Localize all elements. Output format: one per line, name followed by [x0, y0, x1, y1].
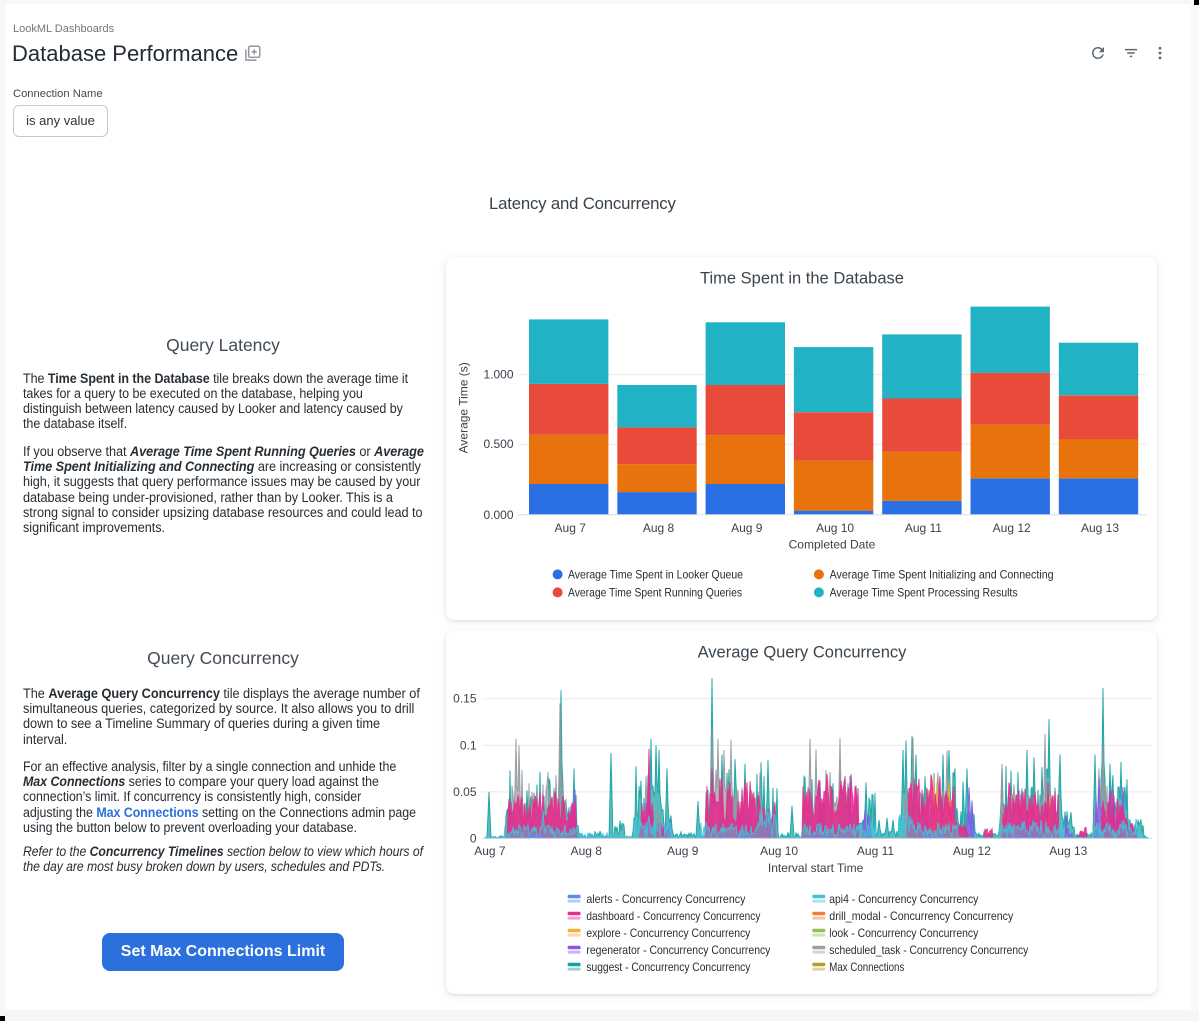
svg-text:Aug 7: Aug 7: [555, 521, 587, 535]
svg-text:Aug 12: Aug 12: [993, 521, 1031, 535]
svg-text:Aug 12: Aug 12: [953, 844, 991, 858]
svg-text:Average Time (s): Average Time (s): [457, 362, 471, 453]
svg-text:0.000: 0.000: [483, 508, 513, 522]
svg-text:regenerator - Concurrency Conc: regenerator - Concurrency Concurrency: [586, 943, 770, 957]
svg-text:api4 - Concurrency Concurrency: api4 - Concurrency Concurrency: [829, 892, 978, 906]
svg-text:Aug 11: Aug 11: [857, 844, 894, 858]
svg-text:Completed Date: Completed Date: [789, 538, 876, 552]
svg-text:0.15: 0.15: [453, 692, 477, 706]
svg-text:Average Time Spent Initializin: Average Time Spent Initializing and Conn…: [830, 568, 1054, 582]
svg-text:scheduled_task - Concurrency C: scheduled_task - Concurrency Concurrency: [829, 943, 1028, 957]
svg-text:0.05: 0.05: [453, 785, 477, 799]
svg-text:Aug 7: Aug 7: [474, 844, 506, 858]
svg-text:dashboard - Concurrency Concur: dashboard - Concurrency Concurrency: [586, 909, 760, 923]
svg-text:Aug 11: Aug 11: [905, 521, 942, 535]
svg-text:Average Time Spent in Looker Q: Average Time Spent in Looker Queue: [568, 568, 743, 582]
svg-text:Time Spent in the Database: Time Spent in the Database: [700, 270, 904, 288]
svg-text:Aug 10: Aug 10: [816, 521, 854, 535]
svg-text:Aug 9: Aug 9: [667, 844, 699, 858]
svg-text:Aug 10: Aug 10: [760, 844, 798, 858]
svg-text:Max Connections: Max Connections: [829, 960, 904, 974]
svg-text:Aug 8: Aug 8: [571, 844, 603, 858]
svg-text:look - Concurrency Concurrency: look - Concurrency Concurrency: [829, 926, 978, 940]
svg-text:drill_modal - Concurrency Conc: drill_modal - Concurrency Concurrency: [829, 909, 1013, 923]
svg-text:Aug 13: Aug 13: [1081, 521, 1119, 535]
svg-text:Aug 9: Aug 9: [731, 521, 763, 535]
svg-text:suggest - Concurrency Concurre: suggest - Concurrency Concurrency: [586, 960, 750, 974]
svg-text:alerts - Concurrency Concurren: alerts - Concurrency Concurrency: [586, 892, 745, 906]
svg-text:0.1: 0.1: [460, 738, 477, 752]
svg-text:Aug 13: Aug 13: [1049, 844, 1087, 858]
svg-text:explore - Concurrency Concurre: explore - Concurrency Concurrency: [586, 926, 750, 940]
svg-text:Aug 8: Aug 8: [643, 521, 675, 535]
svg-text:Average Query Concurrency: Average Query Concurrency: [698, 644, 908, 662]
svg-text:1.000: 1.000: [483, 368, 513, 382]
svg-text:Interval start Time: Interval start Time: [768, 861, 864, 875]
svg-text:Average Time Spent Processing: Average Time Spent Processing Results: [830, 586, 1018, 600]
svg-text:Average Time Spent Running Que: Average Time Spent Running Queries: [568, 586, 742, 600]
svg-text:0.500: 0.500: [483, 437, 513, 451]
